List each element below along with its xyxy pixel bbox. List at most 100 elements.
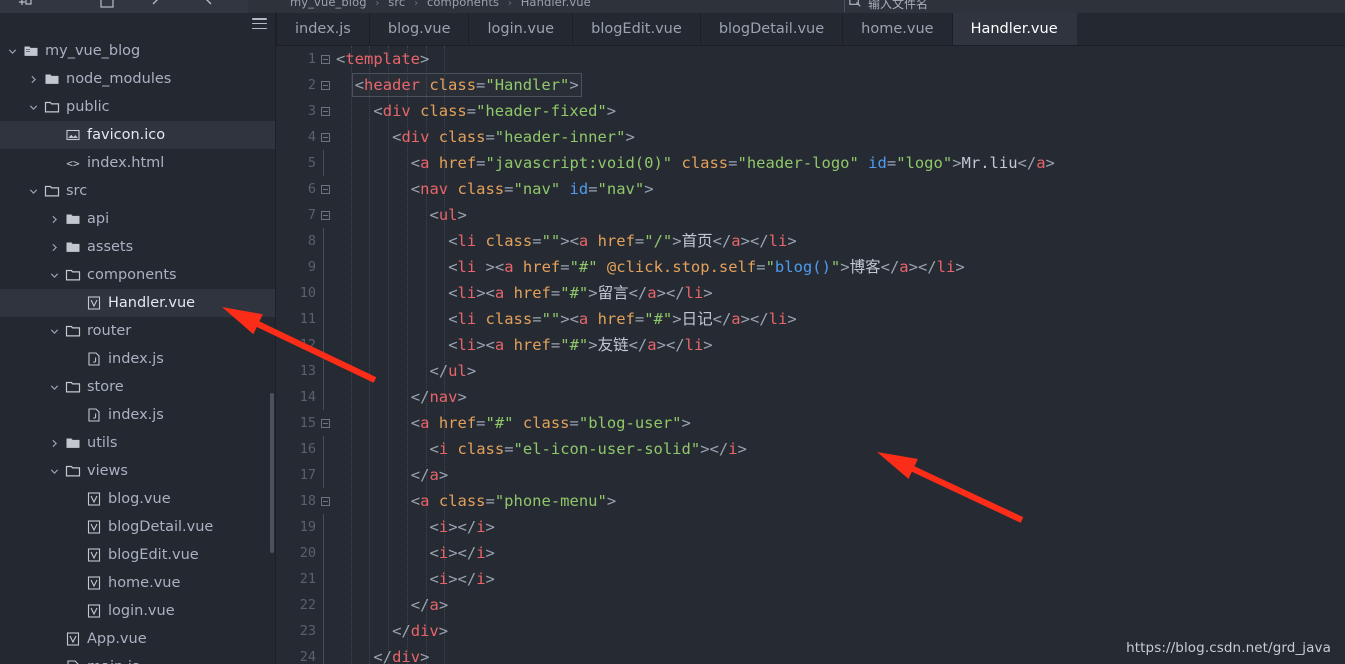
add-file-icon[interactable] bbox=[14, 0, 36, 13]
fold-toggle-icon[interactable] bbox=[319, 46, 331, 72]
code-text: < i ></i > bbox=[430, 514, 495, 540]
code-token-punct: > bbox=[420, 648, 430, 664]
tree-item-login-vue[interactable]: login.vue bbox=[0, 597, 275, 625]
line-number: 8 bbox=[307, 233, 316, 249]
project-file-tree[interactable]: my_vue_blog node_modules public favicon.ico… bbox=[0, 37, 275, 664]
code-line[interactable]: 1 < template > bbox=[276, 46, 1345, 72]
forward-arrow-icon[interactable] bbox=[196, 0, 218, 13]
tree-item-utils[interactable]: utils bbox=[0, 429, 275, 457]
back-arrow-icon[interactable] bbox=[146, 0, 168, 13]
tree-item-blogedit-vue[interactable]: blogEdit.vue bbox=[0, 541, 275, 569]
fold-toggle-icon[interactable] bbox=[319, 72, 331, 98]
search-icon[interactable] bbox=[848, 0, 863, 12]
sidebar-scrollbar[interactable] bbox=[270, 393, 274, 553]
code-editor[interactable]: 1 < template >2 < header class = "Handler" >3 < di… bbox=[276, 46, 1345, 664]
tree-item-my-vue-blog[interactable]: my_vue_blog bbox=[0, 37, 275, 65]
code-line[interactable]: 17 </a > bbox=[276, 462, 1345, 488]
file-search-control[interactable]: 输入文件名 bbox=[848, 0, 928, 12]
code-line[interactable]: 20 < i ></i > bbox=[276, 540, 1345, 566]
code-line[interactable]: 16 < i class = "el-icon-user-solid" ></i > bbox=[276, 436, 1345, 462]
tree-item-public[interactable]: public bbox=[0, 93, 275, 121]
code-line[interactable]: 3 < div class = "header-fixed" > bbox=[276, 98, 1345, 124]
fold-toggle-icon[interactable] bbox=[319, 98, 331, 124]
code-line[interactable]: 21 < i ></i > bbox=[276, 566, 1345, 592]
breadcrumb-item-2[interactable]: components bbox=[427, 0, 499, 9]
breadcrumb-item-1[interactable]: src bbox=[388, 0, 405, 9]
code-line[interactable]: 13 </ul > bbox=[276, 358, 1345, 384]
breadcrumb[interactable]: my_vue_blog › src › components › Handler… bbox=[290, 0, 591, 9]
tree-item-app-vue[interactable]: App.vue bbox=[0, 625, 275, 653]
chevron-down-icon[interactable] bbox=[27, 101, 40, 114]
code-line[interactable]: 10 < li >< a href = "#" > 留言 </a ></li > bbox=[276, 280, 1345, 306]
chevron-down-icon[interactable] bbox=[27, 185, 40, 198]
tab-blogdetail-vue[interactable]: blogDetail.vue bbox=[700, 13, 844, 45]
tree-item-components[interactable]: components bbox=[0, 261, 275, 289]
code-line[interactable]: 14 </nav > bbox=[276, 384, 1345, 410]
chevron-down-icon[interactable] bbox=[6, 45, 19, 58]
tree-item-blog-vue[interactable]: blog.vue bbox=[0, 485, 275, 513]
code-line[interactable]: 22 </a > bbox=[276, 592, 1345, 618]
chevron-down-icon[interactable] bbox=[48, 325, 61, 338]
line-number: 5 bbox=[307, 155, 316, 171]
breadcrumb-item-0[interactable]: my_vue_blog bbox=[290, 0, 367, 9]
chevron-down-icon[interactable] bbox=[48, 381, 61, 394]
code-line[interactable]: 11 < li class = "" >< a href = "#" > 日记 </a ></li > bbox=[276, 306, 1345, 332]
tree-item-index-js[interactable]: index.js bbox=[0, 401, 275, 429]
fold-toggle-icon[interactable] bbox=[319, 202, 331, 228]
tab-handler-vue[interactable]: Handler.vue bbox=[952, 13, 1077, 45]
code-line[interactable]: 6 < nav class = "nav" id = "nav" > bbox=[276, 176, 1345, 202]
chevron-down-icon[interactable] bbox=[48, 269, 61, 282]
code-line[interactable]: 15 < a href = "#" class = "blog-user" > bbox=[276, 410, 1345, 436]
tree-item-src[interactable]: src bbox=[0, 177, 275, 205]
code-line[interactable]: 19 < i ></i > bbox=[276, 514, 1345, 540]
fold-toggle-icon[interactable] bbox=[319, 488, 331, 514]
code-token-punct: < bbox=[354, 76, 365, 94]
fold-toggle-icon[interactable] bbox=[319, 124, 331, 150]
code-line[interactable]: 8 < li class = "" >< a href = "/" > 首页 </a ></li > bbox=[276, 228, 1345, 254]
code-line[interactable]: 5 < a href = "javascript:void(0)" class = "hea… bbox=[276, 150, 1345, 176]
editor-tab-bar[interactable]: index.js blog.vue login.vue blogEdit.vue blo… bbox=[276, 13, 1345, 46]
project-sidebar[interactable]: my_vue_blog node_modules public favicon.ico… bbox=[0, 13, 276, 664]
tree-item-assets[interactable]: assets bbox=[0, 233, 275, 261]
folder-icon[interactable] bbox=[96, 0, 118, 13]
code-line[interactable]: 7 < ul > bbox=[276, 202, 1345, 228]
chevron-right-icon[interactable] bbox=[48, 241, 61, 254]
tree-item-api[interactable]: api bbox=[0, 205, 275, 233]
hamburger-icon[interactable] bbox=[252, 18, 267, 29]
code-token-punct: </ bbox=[373, 648, 393, 664]
tree-item-favicon-ico[interactable]: favicon.ico bbox=[0, 121, 275, 149]
tab-login-vue[interactable]: login.vue bbox=[469, 13, 574, 45]
tree-item-router[interactable]: router bbox=[0, 317, 275, 345]
tree-item-views[interactable]: views bbox=[0, 457, 275, 485]
tree-item-home-vue[interactable]: home.vue bbox=[0, 569, 275, 597]
code-token-attr: class bbox=[485, 310, 533, 328]
code-line[interactable]: 4 < div class = "header-inner" > bbox=[276, 124, 1345, 150]
tree-item-index-js[interactable]: index.js bbox=[0, 345, 275, 373]
chevron-right-icon[interactable] bbox=[48, 213, 61, 226]
tree-item-main-js[interactable]: main.js bbox=[0, 653, 275, 664]
tree-item-store[interactable]: store bbox=[0, 373, 275, 401]
tree-item-node-modules[interactable]: node_modules bbox=[0, 65, 275, 93]
tab-index-js[interactable]: index.js bbox=[276, 13, 370, 45]
code-token-text: 留言 bbox=[597, 284, 629, 302]
tab-home-vue[interactable]: home.vue bbox=[843, 13, 953, 45]
chevron-right-icon[interactable] bbox=[48, 437, 61, 450]
tree-item-index-html[interactable]: <> index.html bbox=[0, 149, 275, 177]
tree-item-handler-vue[interactable]: Handler.vue bbox=[0, 289, 275, 317]
code-line[interactable]: 9 < li >< a href = "#" @click.stop.self = " blog… bbox=[276, 254, 1345, 280]
code-line[interactable]: 2 < header class = "Handler" > bbox=[276, 72, 1345, 98]
code-content[interactable]: 1 < template >2 < header class = "Handler" >3 < di… bbox=[276, 46, 1345, 664]
chevron-right-icon[interactable] bbox=[27, 73, 40, 86]
fold-toggle-icon[interactable] bbox=[319, 176, 331, 202]
code-line[interactable]: 12 < li >< a href = "#" > 友链 </a ></li > bbox=[276, 332, 1345, 358]
fold-guide-line bbox=[323, 150, 324, 176]
code-line[interactable]: 18 < a class = "phone-menu" > bbox=[276, 488, 1345, 514]
tab-blog-vue[interactable]: blog.vue bbox=[369, 13, 470, 45]
breadcrumb-item-3[interactable]: Handler.vue bbox=[521, 0, 591, 9]
tree-item-blogdetail-vue[interactable]: blogDetail.vue bbox=[0, 513, 275, 541]
chevron-down-icon[interactable] bbox=[48, 465, 61, 478]
code-token-punct: > bbox=[703, 336, 713, 354]
fold-toggle-icon[interactable] bbox=[319, 410, 331, 436]
tab-blogedit-vue[interactable]: blogEdit.vue bbox=[573, 13, 701, 45]
